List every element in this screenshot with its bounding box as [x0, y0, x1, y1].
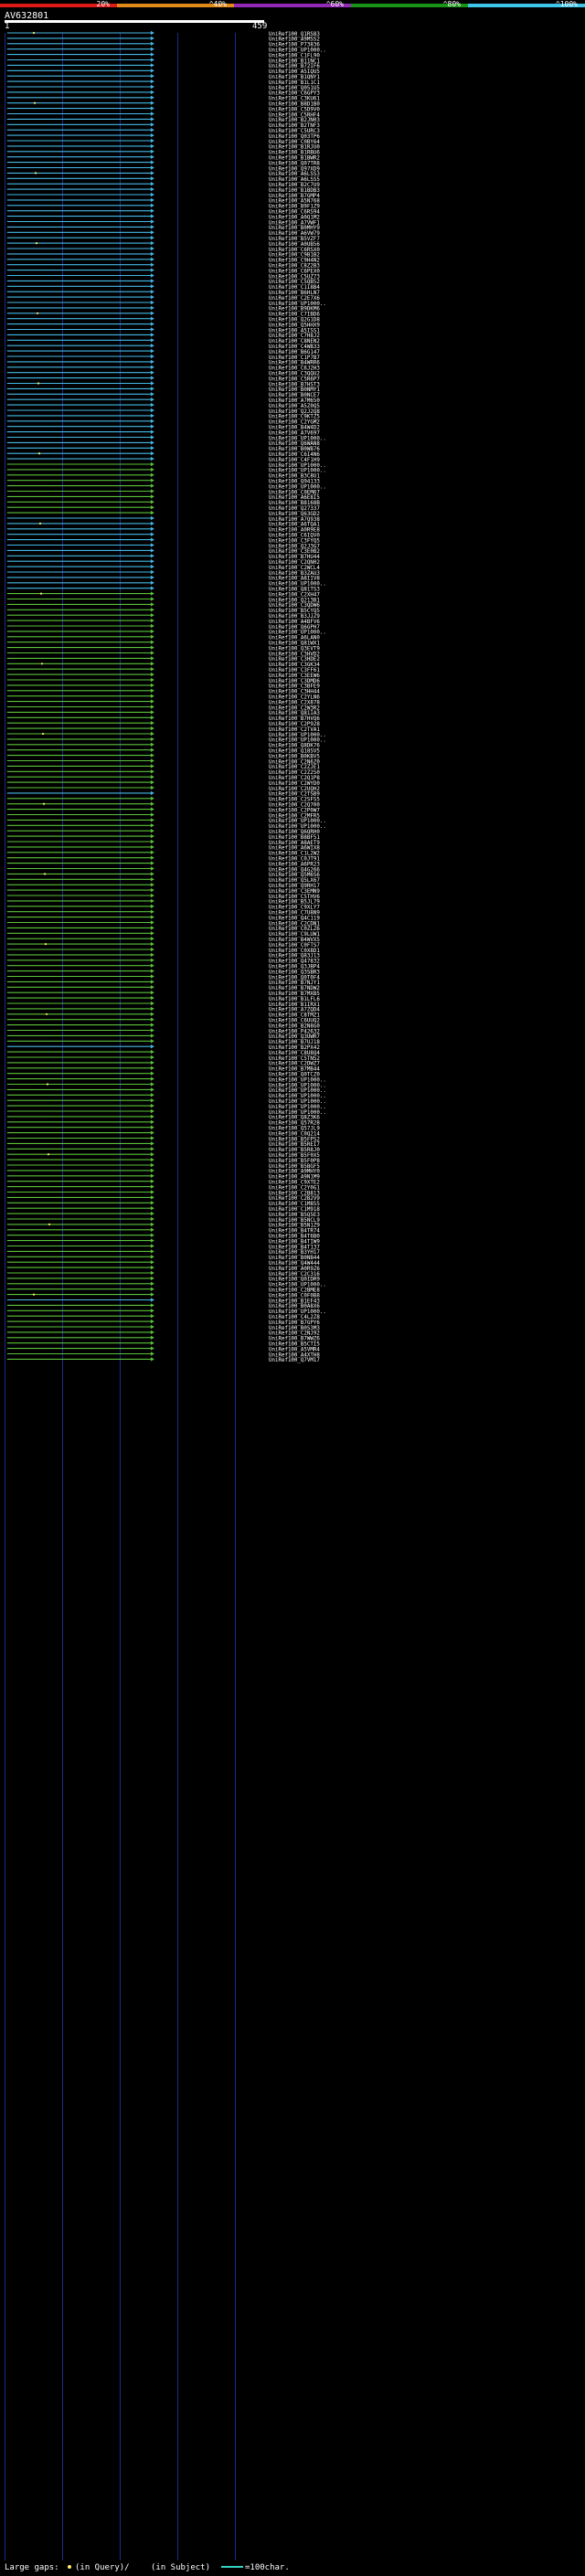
hit-gap-dot [38, 522, 42, 525]
hit-gap-dot [39, 592, 43, 595]
query-ruler [5, 20, 264, 23]
hit-gap-dot [40, 663, 44, 665]
hit-gap-dot [43, 873, 47, 875]
hit-gap-dot [37, 382, 40, 385]
query-id: AV632801 [5, 11, 48, 21]
hit-gap-dot [33, 101, 37, 104]
hit-gap-dot [32, 1293, 36, 1296]
legend-gap-subject: (in Subject) [151, 2563, 210, 2572]
hit-gap-dot [42, 802, 46, 805]
hit-gap-dot [34, 172, 37, 175]
scale-label-4: ^100% [556, 0, 578, 8]
scale-label-3: ^80% [443, 0, 461, 8]
hit-gap-dot [32, 31, 36, 35]
hit-gap-dot [47, 1153, 50, 1156]
alignment-chart: 20% ^40% ^60% ^80% ^100% AV632801 1 459 UniR… [0, 0, 585, 2576]
legend-gap-dot [68, 2565, 71, 2569]
hit-gap-dot [36, 312, 39, 314]
hit-gap-dot [44, 943, 48, 946]
query-end-label: 459 [252, 22, 267, 31]
scale-label-2: ^60% [326, 0, 344, 8]
hit-gap-dot [37, 452, 41, 455]
scale-label-0: 20% [97, 0, 111, 8]
scale-label-1: ^40% [209, 0, 227, 8]
hit-gap-dot [41, 732, 45, 736]
legend-gap-query: (in Query)/ [75, 2563, 130, 2572]
hit-gap-dot [35, 242, 38, 245]
ruler-line [5, 20, 264, 23]
hit-gap-dot [46, 1083, 49, 1086]
hit-gap-dot [45, 1012, 48, 1015]
legend-scale-text: =100char. [245, 2563, 290, 2572]
legend-gap-label: Large gaps: [5, 2563, 59, 2572]
query-start-label: 1 [5, 22, 9, 31]
hit-gap-dot [48, 1223, 51, 1225]
hit-label: UniRef100_Q7VM17 [269, 1358, 320, 1363]
